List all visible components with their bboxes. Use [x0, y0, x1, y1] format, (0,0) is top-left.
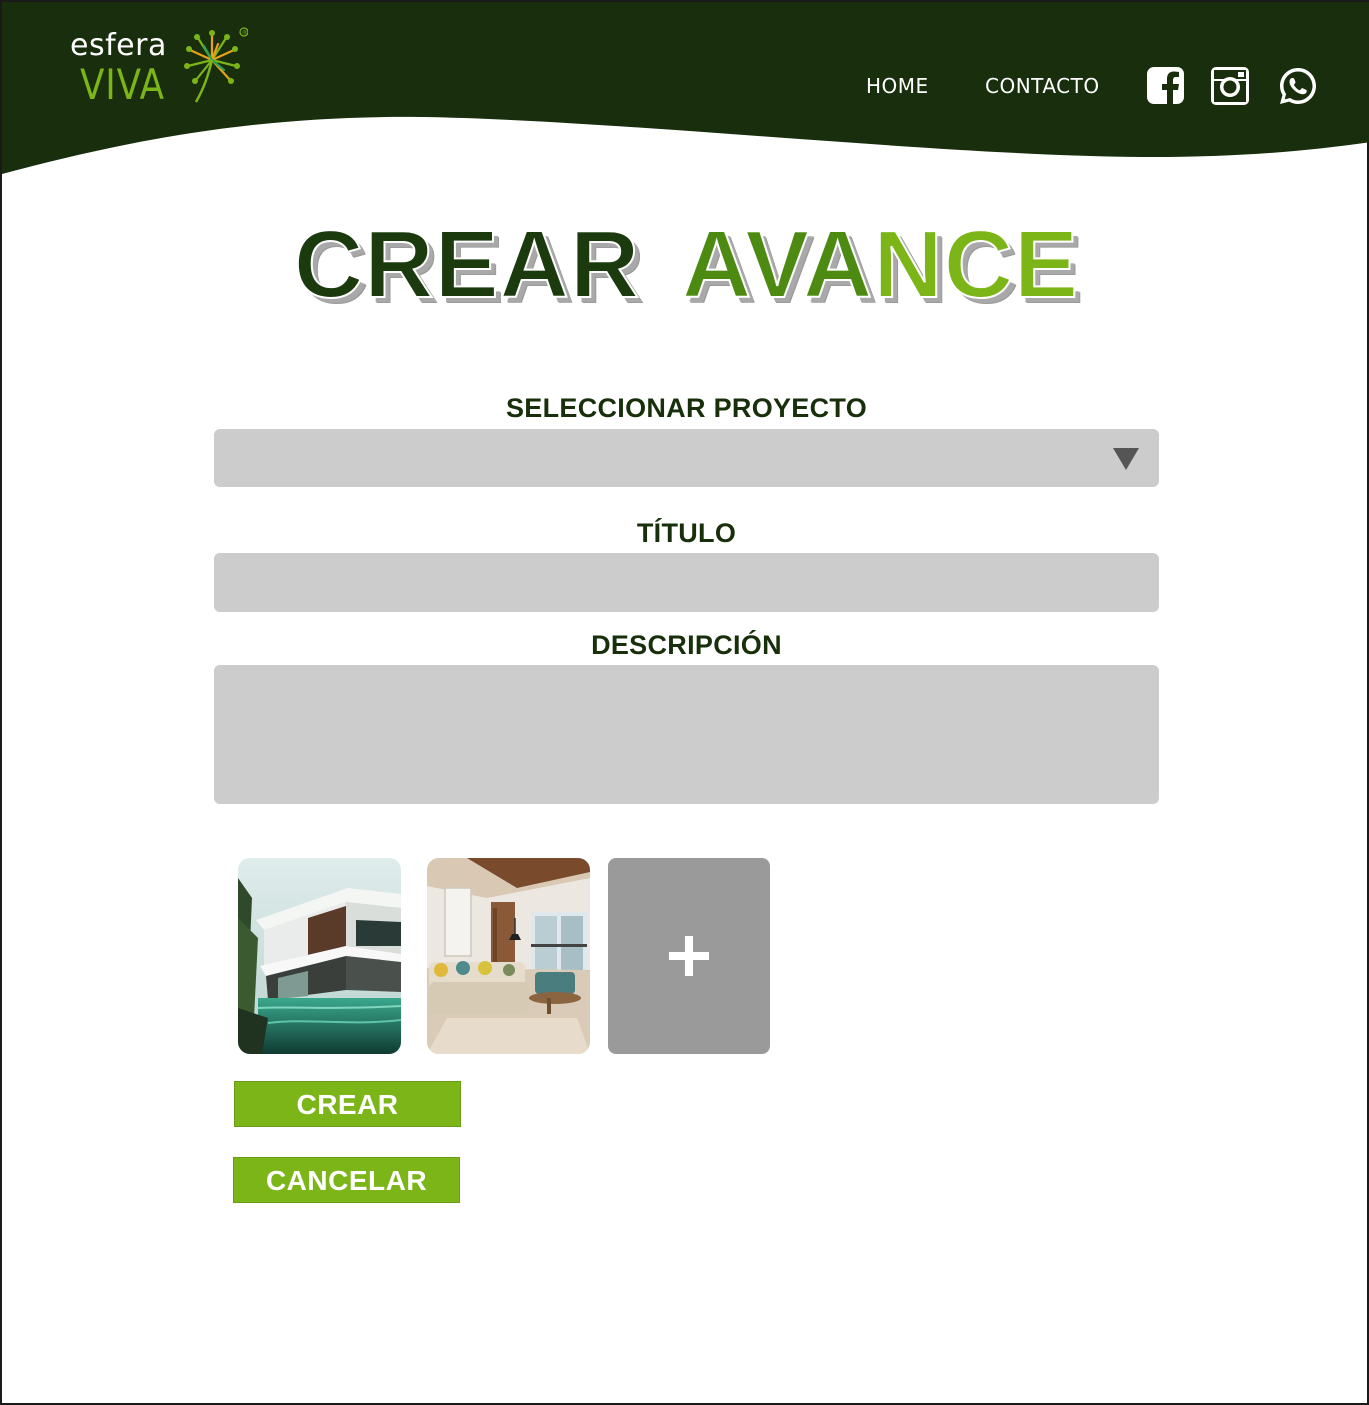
titulo-input[interactable]: [214, 553, 1159, 612]
house-pool-image: [238, 858, 401, 1054]
cancelar-button[interactable]: CANCELAR: [233, 1157, 460, 1203]
proyecto-select[interactable]: [214, 429, 1159, 487]
titulo-label: TÍTULO: [636, 518, 737, 548]
proyecto-label: SELECCIONAR PROYECTO: [505, 393, 868, 423]
page-title: CREAR AVANCE: [2, 210, 1369, 320]
title-word-avance-part2: NCE: [872, 210, 1080, 319]
instagram-icon[interactable]: [1210, 66, 1250, 106]
plus-icon: [669, 936, 709, 976]
esfera-viva-logo[interactable]: esfera VIVA ®: [70, 26, 260, 116]
dandelion-icon: ®: [184, 27, 248, 103]
image-thumbnail-living-room[interactable]: [427, 858, 590, 1054]
whatsapp-icon[interactable]: [1278, 66, 1318, 106]
descripcion-textarea[interactable]: [214, 665, 1159, 804]
logo-text-esfera: esfera: [70, 28, 167, 63]
logo-text-viva: VIVA: [80, 60, 165, 109]
image-thumbnail-house[interactable]: [238, 858, 401, 1054]
facebook-icon[interactable]: [1146, 66, 1186, 106]
title-word-avance-part1: AVA: [681, 210, 874, 319]
title-word-crear: CREAR: [293, 210, 641, 319]
add-image-button[interactable]: [608, 858, 770, 1054]
descripcion-label: DESCRIPCIÓN: [591, 630, 782, 660]
registered-mark: ®: [242, 29, 248, 36]
nav-home-link[interactable]: HOME: [866, 74, 929, 100]
dropdown-arrow-icon[interactable]: [1113, 448, 1139, 470]
living-room-image: [427, 858, 590, 1054]
crear-button[interactable]: CREAR: [234, 1081, 461, 1127]
nav-contacto-link[interactable]: CONTACTO: [985, 74, 1100, 100]
page-frame: esfera VIVA ® HOME CONTACTO CREAR AVANCE…: [0, 0, 1369, 1405]
